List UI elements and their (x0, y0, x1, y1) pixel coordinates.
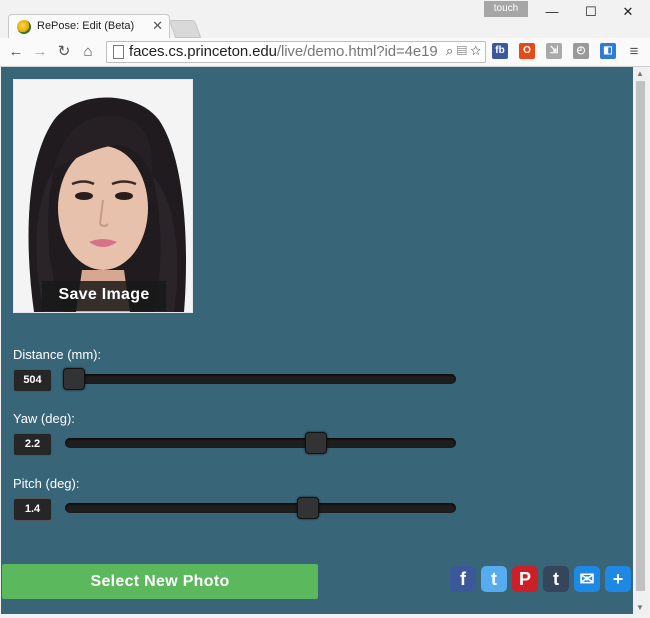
control-value-box: 504 (13, 369, 52, 392)
new-tab-button[interactable] (168, 20, 202, 38)
control-slider-track[interactable] (65, 497, 456, 519)
select-new-photo-button[interactable]: Select New Photo (2, 564, 318, 599)
email-share-icon[interactable]: ✉ (574, 566, 600, 592)
control-slider-track[interactable] (62, 368, 456, 390)
url-text: faces.cs.princeton.edu/live/demo.html?id… (129, 43, 438, 60)
touch-badge: touch (484, 1, 528, 17)
vertical-scrollbar[interactable]: ▲ ▼ (633, 67, 648, 614)
tab-title: RePose: Edit (Beta) (37, 20, 135, 32)
tab-close-icon[interactable]: ✕ (152, 18, 163, 34)
more-share-icon[interactable]: + (605, 566, 631, 592)
menu-icon[interactable]: ≡ (624, 42, 644, 62)
save-image-button[interactable]: Save Image (42, 281, 166, 311)
address-bar[interactable]: faces.cs.princeton.edu/live/demo.html?id… (106, 41, 486, 63)
back-arrow-icon[interactable]: ← (6, 42, 26, 62)
page-content: Save Image Distance (mm): 504 Yaw (deg): 2.… (1, 67, 633, 614)
scroll-thumb[interactable] (636, 81, 645, 591)
twitter-share-icon[interactable]: t (481, 566, 507, 592)
translate-icon[interactable]: ▤ (457, 43, 467, 58)
control-slider-thumb[interactable] (62, 368, 85, 390)
minimize-button[interactable]: — (539, 4, 565, 20)
close-window-button[interactable]: ✕ (615, 4, 641, 20)
page-icon (113, 45, 124, 59)
office-extension-icon[interactable]: O (519, 43, 535, 59)
cast-extension-icon[interactable]: ◧ (600, 43, 616, 59)
favicon-icon (17, 20, 31, 34)
face-photo: Save Image (13, 79, 193, 313)
control-value-box: 1.4 (13, 498, 52, 521)
control-slider-track[interactable] (65, 432, 456, 454)
compass-extension-icon[interactable]: ◴ (573, 43, 589, 59)
facebook-share-icon[interactable]: f (450, 566, 476, 592)
control-label: Yaw (deg): (13, 411, 75, 426)
scroll-up-icon[interactable]: ▲ (636, 69, 644, 78)
edit-extension-icon[interactable]: ⇲ (546, 43, 562, 59)
browser-tab[interactable]: RePose: Edit (Beta) ✕ (8, 14, 170, 39)
fb-extension-icon[interactable]: fb (492, 43, 508, 59)
tumblr-share-icon[interactable]: t (543, 566, 569, 592)
url-actions: ⌕ ▤ ☆ (446, 43, 481, 59)
pinterest-share-icon[interactable]: P (512, 566, 538, 592)
zoom-icon[interactable]: ⌕ (446, 43, 453, 58)
control-value-box: 2.2 (13, 433, 52, 456)
control-slider-thumb[interactable] (297, 497, 320, 519)
home-icon[interactable]: ⌂ (78, 42, 98, 62)
forward-arrow-icon[interactable]: → (30, 42, 50, 62)
reload-icon[interactable]: ↻ (54, 42, 74, 62)
bookmark-star-icon[interactable]: ☆ (470, 43, 481, 58)
control-label: Pitch (deg): (13, 476, 80, 491)
face-image (14, 80, 192, 312)
control-label: Distance (mm): (13, 347, 102, 362)
browser-toolbar: ← → ↻ ⌂ faces.cs.princeton.edu/live/demo… (0, 38, 650, 67)
scroll-down-icon[interactable]: ▼ (636, 603, 644, 612)
control-slider-thumb[interactable] (305, 432, 328, 454)
maximize-button[interactable]: ☐ (578, 4, 604, 20)
title-bar: RePose: Edit (Beta) ✕ touch — ☐ ✕ (0, 0, 650, 39)
